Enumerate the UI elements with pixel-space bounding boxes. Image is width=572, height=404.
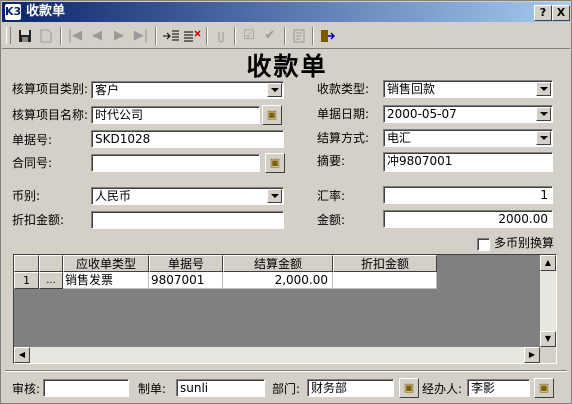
settle-method-select[interactable]: 电汇 [383, 129, 553, 147]
browse-dept-icon[interactable]: ▣ [399, 378, 419, 398]
amount-field[interactable]: 2000.00 [383, 210, 553, 228]
scroll-left-icon[interactable]: ◀ [14, 347, 30, 363]
approve-icon[interactable]: ✔ [261, 27, 279, 45]
grid-corner-header [14, 255, 39, 272]
doc-date-value: 2000-05-07 [387, 107, 457, 121]
first-icon[interactable]: |◀ [66, 27, 84, 45]
form-title: 收款单 [246, 52, 328, 81]
rate-field[interactable]: 1 [383, 186, 553, 204]
account-category-label: 核算项目类别: [12, 82, 89, 96]
exit-icon[interactable] [318, 27, 336, 45]
app-logo-icon: K3 [5, 4, 22, 20]
toolbar-grip [6, 27, 11, 44]
handler-label: 经办人: [422, 382, 463, 396]
settle-method-value: 电汇 [387, 131, 412, 145]
auditor-field[interactable] [43, 379, 129, 397]
browse-contract-icon[interactable]: ▣ [265, 153, 285, 173]
last-icon[interactable]: ▶| [132, 27, 150, 45]
multi-currency-checkbox[interactable] [477, 238, 490, 251]
grid-cell-doc-no[interactable]: 9807001 [149, 272, 223, 289]
grid-header[interactable]: 单据号 [149, 255, 223, 272]
settle-method-label: 结算方式: [317, 131, 370, 145]
grid-cell-settle-amount[interactable]: 2,000.00 [223, 272, 333, 289]
currency-label: 币别: [12, 189, 41, 203]
window-title: 收款单 [26, 4, 66, 19]
grid-row-lookup-button[interactable]: ... [39, 272, 63, 289]
summary-field[interactable]: 冲9807001 [383, 152, 553, 172]
maker-label: 制单: [138, 382, 167, 396]
footer-divider [5, 370, 567, 372]
doc-no-label: 单据号: [12, 133, 53, 147]
currency-select[interactable]: 人民币 [91, 187, 284, 205]
scroll-up-icon[interactable]: ▲ [540, 255, 556, 271]
amount-label: 金额: [317, 213, 346, 227]
auditor-label: 审核: [12, 382, 41, 396]
chevron-down-icon[interactable] [536, 107, 551, 121]
toolbar-separator [60, 27, 62, 45]
browse-account-icon[interactable]: ▣ [262, 105, 282, 125]
dept-field[interactable]: 财务部 [307, 379, 394, 397]
chevron-down-icon[interactable] [536, 82, 551, 96]
maker-field[interactable]: sunli [176, 379, 265, 397]
grid-header[interactable]: 结算金额 [223, 255, 333, 272]
next-icon[interactable]: ▶ [110, 27, 128, 45]
dept-label: 部门: [272, 382, 301, 396]
toolbar: |◀ ◀ ▶ ▶| ☑ ✔ [2, 24, 570, 49]
discount-field[interactable] [91, 211, 284, 229]
chevron-down-icon[interactable] [267, 189, 282, 203]
view-icon[interactable] [290, 27, 308, 45]
title-bar: K3 收款单 ? X [2, 2, 570, 22]
account-category-value: 客户 [95, 83, 120, 97]
account-name-label: 核算项目名称: [12, 108, 89, 122]
account-category-select[interactable]: 客户 [91, 81, 284, 99]
discount-label: 折扣金额: [12, 213, 65, 227]
grid-row-number: 1 [14, 272, 39, 289]
toolbar-separator [155, 27, 157, 45]
toolbar-separator [234, 27, 236, 45]
browse-handler-icon[interactable]: ▣ [534, 378, 554, 398]
currency-value: 人民币 [95, 189, 132, 203]
scroll-down-icon[interactable]: ▼ [540, 331, 556, 347]
scrollbar-corner [540, 347, 556, 363]
grid-header[interactable]: 折扣金额 [333, 255, 437, 272]
chevron-down-icon[interactable] [536, 131, 551, 145]
vertical-scrollbar[interactable]: ▲ ▼ [540, 255, 556, 347]
receipt-type-select[interactable]: 销售回款 [383, 80, 553, 98]
summary-label: 摘要: [317, 154, 346, 168]
toolbar-separator [284, 27, 286, 45]
doc-date-label: 单据日期: [317, 107, 370, 121]
doc-no-field[interactable]: SKD1028 [91, 130, 284, 148]
chevron-down-icon[interactable] [267, 83, 282, 97]
multi-currency-label: 多币别换算 [494, 236, 555, 250]
receipt-type-label: 收款类型: [317, 82, 370, 96]
receipt-window: K3 收款单 ? X |◀ ◀ ▶ ▶| ☑ ✔ 收款单 核算项目类别: 客户 … [0, 0, 572, 404]
doc-date-select[interactable]: 2000-05-07 [383, 105, 553, 123]
account-name-field[interactable]: 时代公司 [91, 106, 260, 124]
prev-icon[interactable]: ◀ [88, 27, 106, 45]
handler-field[interactable]: 李影 [467, 379, 530, 397]
attach-icon[interactable] [212, 27, 230, 45]
new-icon[interactable] [37, 27, 55, 45]
help-button[interactable]: ? [534, 5, 552, 21]
settlement-grid: 应收单类型 单据号 结算金额 折扣金额 1 ... 销售发票 9807001 2… [13, 254, 557, 364]
toolbar-separator [206, 27, 208, 45]
grid-header[interactable]: 应收单类型 [63, 255, 149, 272]
toolbar-separator [312, 27, 314, 45]
receipt-type-value: 销售回款 [387, 82, 436, 96]
grid-btn-header [39, 255, 63, 272]
insert-row-icon[interactable] [162, 27, 180, 45]
scroll-right-icon[interactable]: ▶ [524, 347, 540, 363]
close-button[interactable]: X [552, 5, 570, 21]
grid-cell-type[interactable]: 销售发票 [63, 272, 149, 289]
rate-label: 汇率: [317, 189, 346, 203]
horizontal-scrollbar[interactable]: ◀ ▶ [14, 347, 540, 363]
contract-no-label: 合同号: [12, 156, 53, 170]
grid-cell-discount[interactable] [333, 272, 437, 289]
delete-row-icon[interactable] [183, 27, 201, 45]
contract-no-field[interactable] [91, 154, 260, 172]
save-icon[interactable] [16, 27, 34, 45]
check-icon[interactable]: ☑ [240, 27, 258, 45]
